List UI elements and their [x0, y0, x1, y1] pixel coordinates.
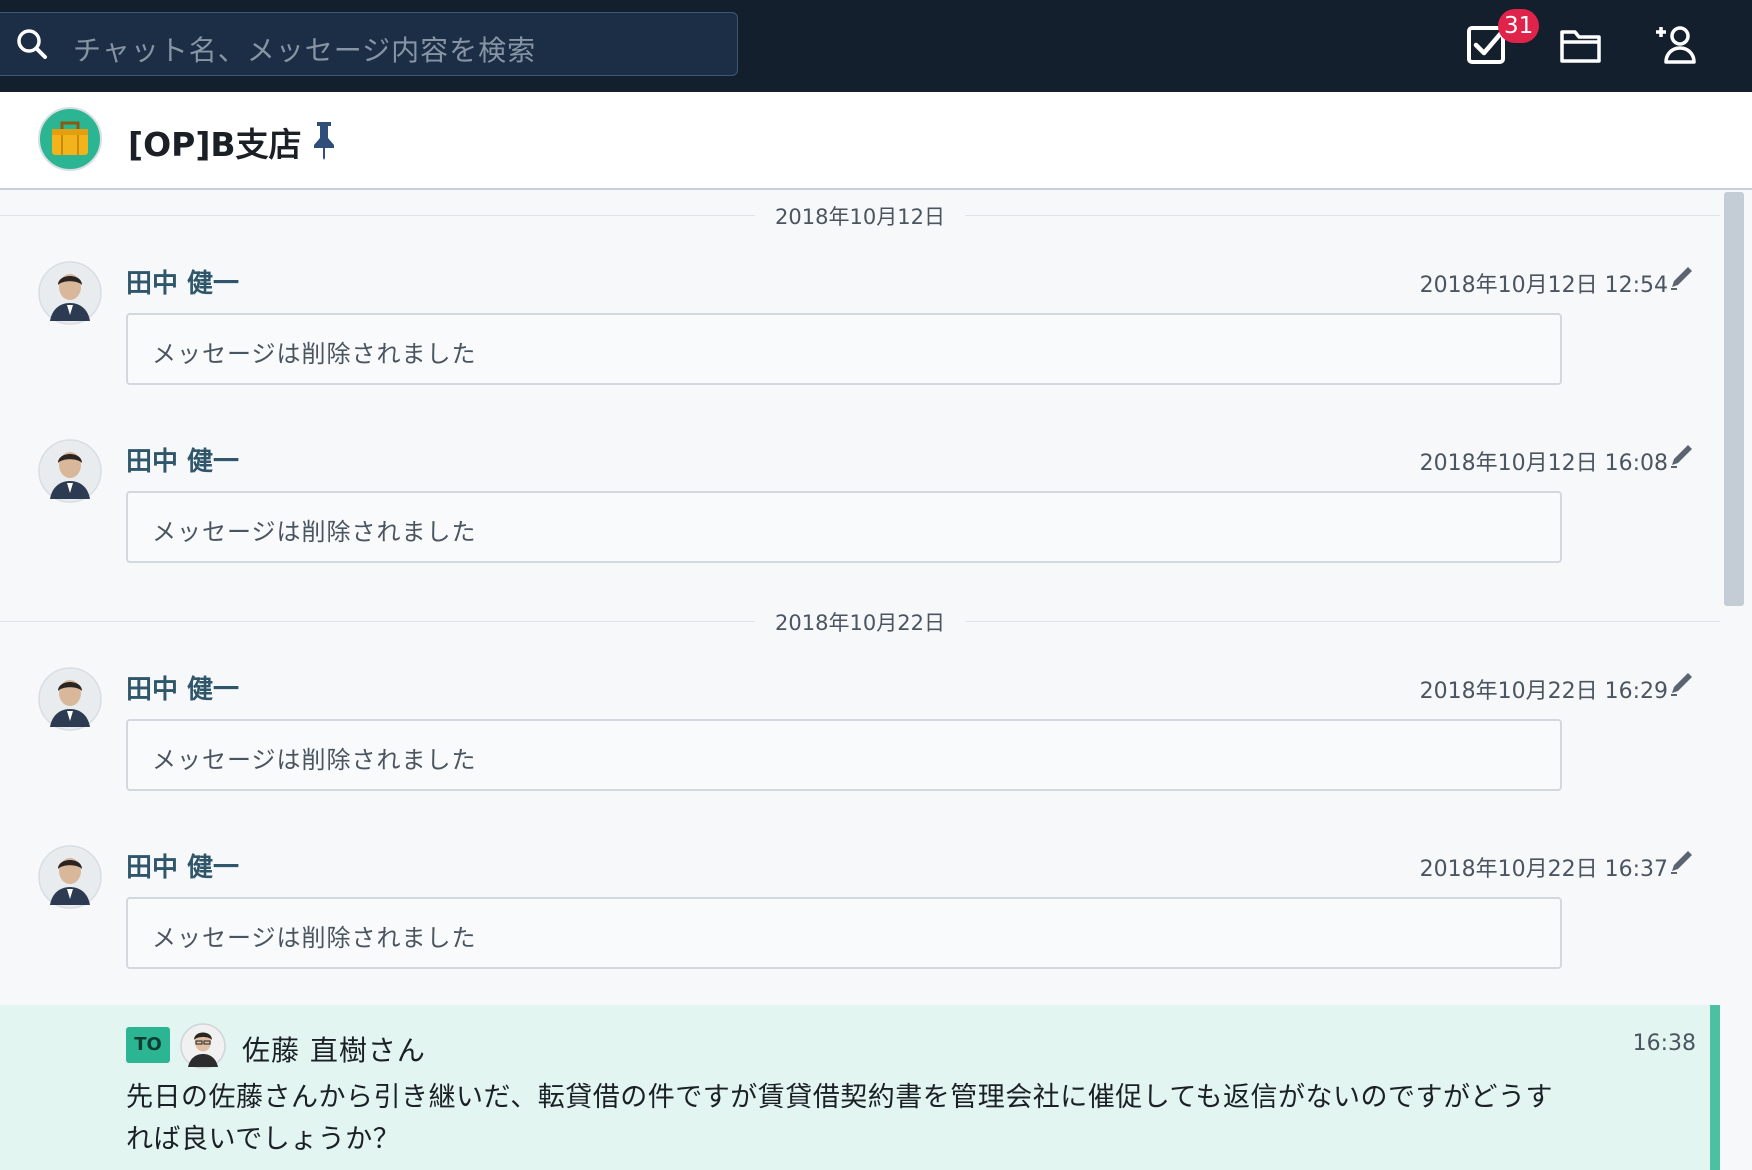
message-item[interactable]: 田中 健一 2018年10月12日 12:54 メッセージは削除されました	[0, 261, 1720, 421]
pin-icon[interactable]	[310, 120, 338, 160]
add-contact-icon[interactable]	[1652, 20, 1702, 70]
sender-name[interactable]: 田中 健一	[126, 847, 239, 884]
sender-name[interactable]: 田中 健一	[126, 263, 239, 300]
edit-pencil-icon[interactable]	[1668, 847, 1696, 875]
top-bar: チャット名、メッセージ内容を検索 31	[0, 0, 1752, 92]
deleted-message-text: メッセージは削除されました	[152, 518, 477, 546]
user-avatar	[38, 261, 102, 325]
to-tag: TO	[126, 1027, 170, 1063]
search-icon	[17, 29, 47, 59]
message-timestamp: 16:38	[1632, 1031, 1696, 1056]
highlighted-message[interactable]: TO 佐藤 直樹さん 16:38 先日の佐藤さんから引き継いだ、転貸借の件ですが…	[0, 1005, 1720, 1170]
deleted-message-text: メッセージは削除されました	[152, 924, 477, 952]
message-timestamp: 2018年10月12日 16:08	[1419, 451, 1668, 476]
edit-pencil-icon[interactable]	[1668, 669, 1696, 697]
user-avatar	[38, 439, 102, 503]
message-timeline[interactable]: 2018年10月12日 田中 健一 2018年10月12日 12:54 メッセー…	[0, 191, 1720, 1170]
message-timestamp: 2018年10月22日 16:37	[1419, 857, 1668, 882]
edit-pencil-icon[interactable]	[1668, 441, 1696, 469]
search-input[interactable]: チャット名、メッセージ内容を検索	[0, 12, 738, 76]
message-timestamp: 2018年10月12日 12:54	[1419, 273, 1668, 298]
date-divider: 2018年10月12日	[0, 201, 1720, 231]
message-body: メッセージは削除されました	[126, 719, 1562, 791]
message-text: 先日の佐藤さんから引き継いだ、転貸借の件ですが賃貸借契約書を管理会社に催促しても…	[126, 1082, 1554, 1155]
message-body: メッセージは削除されました	[126, 897, 1562, 969]
user-avatar	[38, 667, 102, 731]
message-item[interactable]: 田中 健一 2018年10月22日 16:29 メッセージは削除されました	[0, 667, 1720, 827]
date-divider: 2018年10月22日	[0, 607, 1720, 637]
deleted-message-text: メッセージは削除されました	[152, 746, 477, 774]
room-header: [OP]B支店	[0, 92, 1752, 190]
message-body: メッセージは削除されました	[126, 491, 1562, 563]
date-label: 2018年10月22日	[755, 607, 965, 637]
sender-name[interactable]: 田中 健一	[126, 441, 239, 478]
recipient-name[interactable]: 佐藤 直樹さん	[242, 1029, 426, 1069]
message-item[interactable]: 田中 健一 2018年10月12日 16:08 メッセージは削除されました	[0, 439, 1720, 599]
message-body: メッセージは削除されました	[126, 313, 1562, 385]
message-item[interactable]: 田中 健一 2018年10月22日 16:37 メッセージは削除されました	[0, 845, 1720, 1005]
scrollbar-thumb[interactable]	[1724, 192, 1744, 606]
room-icon	[38, 107, 102, 171]
deleted-message-text: メッセージは削除されました	[152, 340, 477, 368]
room-title: [OP]B支店	[128, 125, 302, 164]
edit-pencil-icon[interactable]	[1668, 263, 1696, 291]
date-label: 2018年10月12日	[755, 201, 965, 231]
task-count-badge: 31	[1498, 9, 1540, 43]
mention-indicator	[1710, 1005, 1720, 1170]
recipient-avatar	[180, 1023, 226, 1069]
user-avatar	[38, 845, 102, 909]
sender-name[interactable]: 田中 健一	[126, 669, 239, 706]
search-placeholder: チャット名、メッセージ内容を検索	[73, 34, 537, 67]
message-timestamp: 2018年10月22日 16:29	[1419, 679, 1668, 704]
folder-icon[interactable]	[1556, 20, 1606, 70]
